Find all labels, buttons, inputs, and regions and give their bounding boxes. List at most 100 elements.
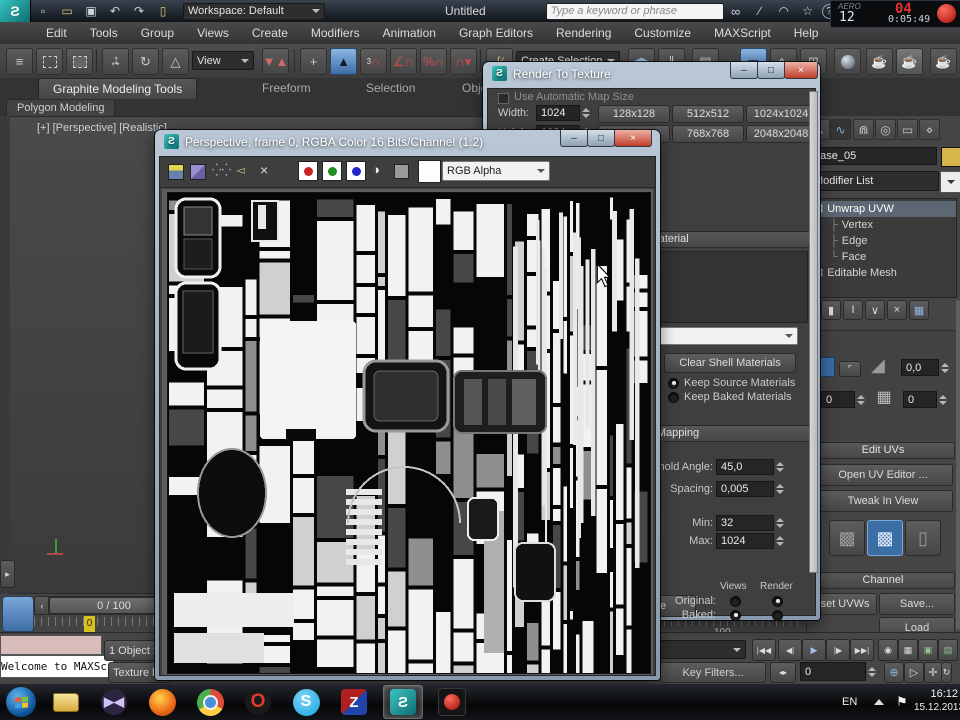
seam-tool-icon[interactable]: ⌜ [839, 361, 861, 377]
set-key-icon[interactable]: ◉ [878, 639, 898, 661]
record-button[interactable] [937, 4, 956, 23]
zoom-extents-icon[interactable]: ▷ [904, 662, 924, 683]
rtt-close-button[interactable]: × [784, 62, 818, 79]
snap-toggle-3d-icon[interactable]: 3 ∩ [360, 48, 387, 75]
language-indicator[interactable]: EN [842, 696, 857, 708]
time-configuration-icon[interactable]: ▦ [898, 639, 918, 661]
stack-item-unwrap-uvw[interactable]: ⊡Unwrap UVW [808, 201, 956, 217]
next-frame-button[interactable]: |▶ [826, 639, 850, 661]
pan-hand-icon[interactable]: ✛ [924, 662, 942, 683]
tab-utilities[interactable]: ⋄ [919, 119, 940, 140]
spacing-field[interactable]: 0,005 [716, 481, 774, 497]
previous-frame-button[interactable]: ◀| [778, 639, 802, 661]
stack-item-edge[interactable]: ├ Edge [808, 233, 956, 249]
go-to-start-button[interactable]: |◀◀ [752, 639, 776, 661]
redo-icon[interactable]: ↷ [129, 3, 149, 19]
paint-selection-icon[interactable] [66, 48, 93, 75]
stack-item-vertex[interactable]: ├ Vertex [808, 217, 956, 233]
select-scale-icon[interactable]: △ [162, 48, 189, 75]
updates-icon[interactable]: ◠ [774, 3, 794, 19]
taskbar-explorer-icon[interactable] [47, 686, 85, 718]
monochrome-icon[interactable] [394, 164, 409, 179]
alpha-channel-icon[interactable]: ◑ [372, 162, 380, 177]
taskbar-filezilla-icon[interactable]: Z [335, 686, 373, 718]
rfw-minimize-button[interactable]: – [560, 130, 588, 147]
select-by-name-icon[interactable]: ≡ [6, 48, 33, 75]
favorites-star-icon[interactable]: ☆ [798, 3, 818, 19]
auto-map-checkbox[interactable] [498, 93, 509, 104]
threshold-angle-field[interactable]: 45,0 [716, 459, 774, 475]
stack-item-editable-mesh[interactable]: ⊡Editable Mesh [808, 265, 956, 281]
rtt-dialog-titlebar[interactable]: Ƨ Render To Texture [492, 66, 611, 81]
clear-image-icon[interactable]: × [260, 162, 268, 178]
menu-views[interactable]: Views [197, 26, 229, 40]
frame-spinner[interactable] [868, 662, 876, 681]
uvw-unfold-icon[interactable]: ▩ [867, 520, 903, 556]
expand-panel-arrow[interactable]: ▸ [0, 560, 15, 588]
taskbar-kmplayer-icon[interactable]: ▶◀ [95, 686, 133, 718]
menu-modifiers[interactable]: Modifiers [311, 26, 360, 40]
select-move-icon[interactable]: ↔ ↔ [102, 48, 129, 75]
menu-graph-editors[interactable]: Graph Editors [459, 26, 533, 40]
clone-window-icon[interactable]: ⁛⁛ [212, 163, 231, 177]
stack-item-face[interactable]: └ Face [808, 249, 956, 265]
app-titlebar[interactable]: Ƨ ▫ ▭ ▣ ↶ ↷ ▯ Workspace: Default Untitle… [0, 0, 960, 22]
baked-views-radio[interactable] [730, 610, 741, 621]
uvw-planar-icon[interactable]: ▯ [905, 520, 941, 556]
save-image-icon[interactable] [168, 164, 184, 180]
render-setup-icon[interactable]: ☕ [866, 48, 893, 75]
taskbar-firefox-icon[interactable] [143, 686, 181, 718]
channel-rollout-header[interactable]: Channel [811, 572, 955, 589]
min-spinner[interactable] [776, 515, 784, 531]
keyboard-shortcut-override-icon[interactable]: ▲ [330, 48, 357, 75]
orbit-icon[interactable]: ↻ [941, 662, 952, 683]
pin-stack-icon[interactable]: ▮ [821, 300, 841, 320]
modifier-list-arrow-button[interactable] [940, 171, 960, 193]
open-file-icon[interactable]: ▭ [57, 3, 77, 19]
subtab-polygon-modeling[interactable]: Polygon Modeling [6, 99, 116, 116]
size-768-button[interactable]: 768x768 [672, 125, 744, 143]
maxscript-mini-listener[interactable]: Welcome to MAXScript [0, 655, 114, 678]
size-1024-button[interactable]: 1024x1024 [746, 105, 816, 123]
angle-snap-icon[interactable]: ∠∩ [390, 48, 417, 75]
workspace-dropdown[interactable]: Workspace: Default [183, 2, 325, 20]
play-button[interactable]: ▶ [802, 639, 826, 661]
remove-modifier-icon[interactable]: × [887, 300, 907, 320]
menu-animation[interactable]: Animation [383, 26, 436, 40]
key-filters-button[interactable]: Key Filters... [660, 662, 766, 683]
blue-channel-icon[interactable] [346, 161, 366, 181]
rfw-maximize-button[interactable]: □ [587, 130, 615, 147]
menu-create[interactable]: Create [252, 26, 288, 40]
select-rotate-icon[interactable]: ↻ [132, 48, 159, 75]
undo-icon[interactable]: ↶ [105, 3, 125, 19]
save-uvws-button[interactable]: Save... [879, 593, 955, 615]
rendered-frame-window-icon[interactable]: ☕ [896, 48, 923, 75]
spinner-snap-icon[interactable]: ∩▾ [450, 48, 477, 75]
width-spinner[interactable] [582, 105, 590, 121]
tab-motion[interactable]: ◎ [875, 119, 896, 140]
start-button[interactable] [6, 687, 36, 717]
taskbar-clock[interactable]: 16:12 15.12.2013 [914, 687, 960, 717]
tab-selection[interactable]: Selection [352, 78, 429, 98]
key-mode-toggle-icon[interactable]: ◂▸ [770, 662, 796, 683]
fold-angle-field[interactable]: 0,0 [901, 359, 939, 376]
frame-marker[interactable]: 0 [84, 616, 95, 632]
rfw-titlebar[interactable]: Ƨ Perspective, frame 0, RGBA Color 16 Bi… [164, 134, 483, 149]
show-hidden-icons-arrow[interactable] [874, 699, 884, 705]
panel-scrollbar[interactable] [956, 300, 960, 630]
auto-key-icon[interactable]: ▣ [918, 639, 938, 661]
rendered-frame-window[interactable]: Ƨ Perspective, frame 0, RGBA Color 16 Bi… [155, 130, 660, 680]
3dsmax-logo-icon[interactable]: Ƨ [0, 0, 31, 22]
menu-edit[interactable]: Edit [46, 26, 67, 40]
zoom-region-icon[interactable]: ⊕ [884, 662, 904, 683]
search-input[interactable] [545, 2, 724, 20]
render-production-icon[interactable]: ☕ [930, 48, 957, 75]
project-folder-icon[interactable]: ▯ [153, 3, 173, 19]
fold-angle-spinner[interactable] [941, 359, 949, 376]
listener-pink-line[interactable] [0, 635, 102, 655]
tab-graphite-modeling-tools[interactable]: Graphite Modeling Tools [38, 78, 198, 99]
go-to-end-button[interactable]: ▶▶| [850, 639, 874, 661]
baked-render-radio[interactable] [772, 610, 783, 621]
menu-rendering[interactable]: Rendering [556, 26, 611, 40]
keep-source-radio[interactable] [668, 378, 679, 389]
